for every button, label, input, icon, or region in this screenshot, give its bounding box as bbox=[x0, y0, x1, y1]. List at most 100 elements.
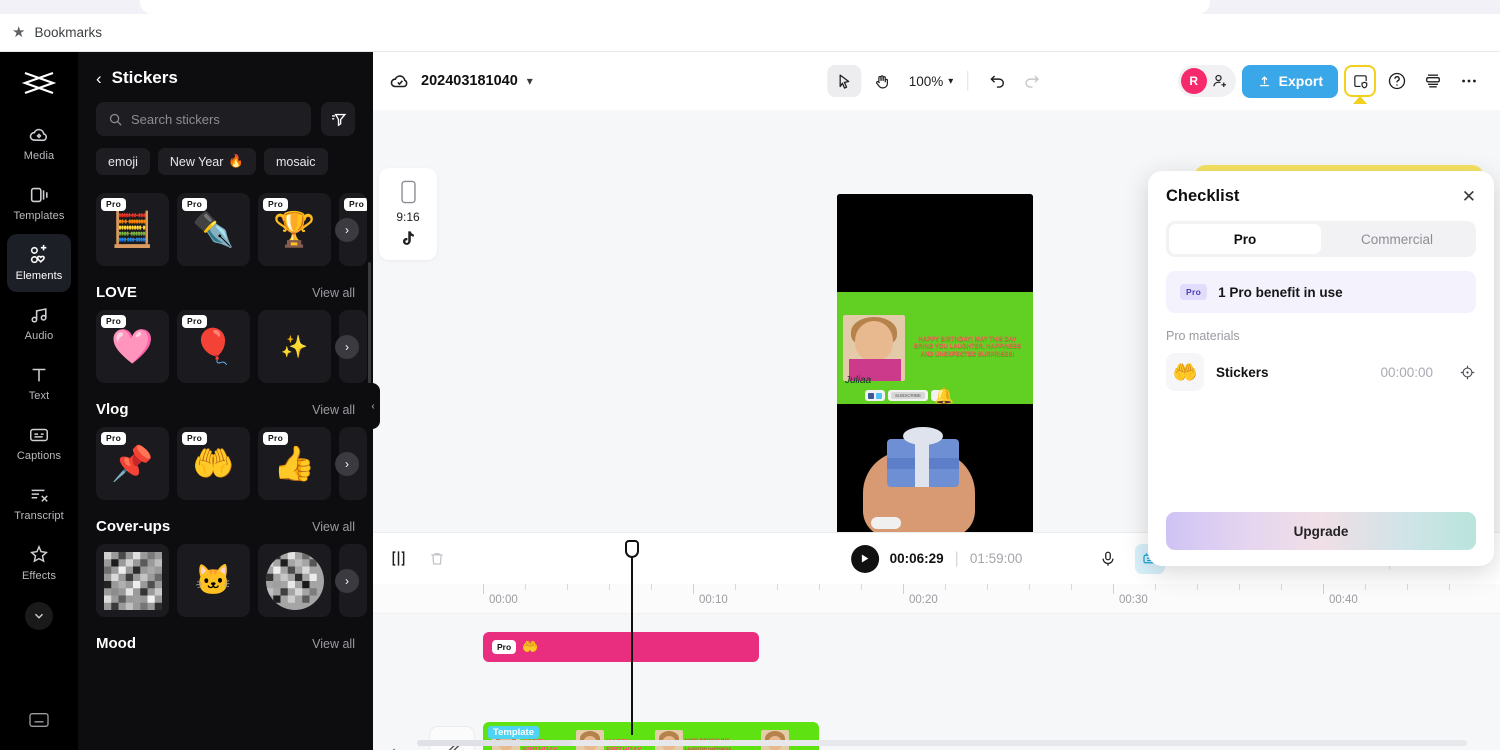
edit-template-button[interactable] bbox=[429, 726, 475, 750]
view-all-link[interactable]: View all bbox=[312, 286, 355, 300]
search-input[interactable]: Search stickers bbox=[96, 102, 311, 136]
collaborators[interactable]: R bbox=[1177, 65, 1236, 97]
sticker-section-love: LOVE View all Pro 🩷 Pro 🎈 ✨ › bbox=[78, 284, 373, 383]
upgrade-button[interactable]: Upgrade bbox=[1166, 512, 1476, 550]
sticker-tile[interactable]: ✨ bbox=[258, 310, 331, 383]
sticker-tile[interactable]: 🐱 bbox=[177, 544, 250, 617]
redo-icon[interactable] bbox=[1016, 66, 1046, 96]
chevron-right-icon[interactable]: › bbox=[335, 451, 359, 476]
pro-material-row[interactable]: 🤲 Stickers 00:00:00 bbox=[1166, 353, 1476, 391]
speaker-icon[interactable] bbox=[385, 745, 403, 750]
material-timestamp: 00:00:00 bbox=[1380, 364, 1433, 380]
zoom-level-selector[interactable]: 100% ▾ bbox=[909, 74, 954, 89]
chip-label: emoji bbox=[108, 154, 138, 169]
face-shape bbox=[855, 321, 893, 361]
browser-tab[interactable] bbox=[140, 0, 1210, 14]
tab-commercial[interactable]: Commercial bbox=[1321, 224, 1473, 254]
close-icon[interactable]: ✕ bbox=[1462, 188, 1476, 205]
ruler-label: 00:00 bbox=[489, 594, 518, 606]
split-icon[interactable] bbox=[389, 549, 408, 568]
checklist-shield-icon[interactable] bbox=[1344, 65, 1376, 97]
timeline-clip-sticker[interactable]: Pro 🤲 bbox=[483, 632, 759, 662]
keyboard-icon[interactable] bbox=[28, 711, 50, 734]
microphone-icon[interactable] bbox=[1093, 544, 1123, 574]
sticker-tile[interactable]: Pro 🤲 bbox=[177, 427, 250, 500]
question-circle-icon[interactable] bbox=[1382, 66, 1412, 96]
sticker-tile[interactable] bbox=[258, 544, 331, 617]
filter-icon[interactable] bbox=[321, 102, 355, 136]
search-placeholder: Search stickers bbox=[131, 111, 220, 127]
subscribe-bar: SUBSCRIBE 🔔 bbox=[865, 388, 954, 405]
bookmarks-label[interactable]: Bookmarks bbox=[34, 25, 102, 40]
ruler-tick bbox=[1239, 584, 1240, 590]
sidebar-item-elements[interactable]: Elements bbox=[7, 234, 71, 292]
sidebar-item-captions[interactable]: Captions bbox=[7, 414, 71, 472]
ruler-tick bbox=[903, 584, 904, 594]
pro-badge: Pro bbox=[182, 432, 208, 445]
rail-expand-button[interactable] bbox=[25, 602, 53, 630]
subscribe-label: SUBSCRIBE bbox=[891, 392, 926, 399]
view-all-link[interactable]: View all bbox=[312, 637, 355, 651]
view-all-link[interactable]: View all bbox=[312, 403, 355, 417]
sticker-tile[interactable]: Pro 🎈 bbox=[177, 310, 250, 383]
chip-mosaic[interactable]: mosaic bbox=[263, 148, 328, 175]
chevron-right-icon[interactable]: › bbox=[335, 568, 359, 593]
view-all-link[interactable]: View all bbox=[312, 520, 355, 534]
mosaic-circle-icon bbox=[265, 551, 324, 610]
timeline-ruler[interactable]: 00:00 00:10 00:20 00:30 00:40 bbox=[373, 584, 1500, 614]
bookmarks-bar: ★ Bookmarks bbox=[0, 14, 1500, 52]
sidebar-item-label: Captions bbox=[16, 450, 62, 462]
ruler-tick bbox=[1113, 584, 1114, 594]
undo-icon[interactable] bbox=[982, 66, 1012, 96]
add-person-icon[interactable] bbox=[1211, 72, 1229, 90]
ruler-tick bbox=[819, 584, 820, 590]
play-button[interactable] bbox=[850, 544, 879, 573]
sticker-tile[interactable]: Pro 🩷 bbox=[96, 310, 169, 383]
playhead-knob[interactable] bbox=[625, 540, 639, 558]
playhead-icon[interactable] bbox=[625, 540, 639, 735]
video-signature: Juliaa bbox=[845, 375, 872, 386]
chevron-right-icon[interactable]: › bbox=[335, 334, 359, 359]
tab-pro[interactable]: Pro bbox=[1169, 224, 1321, 254]
ruler-label: 00:40 bbox=[1329, 594, 1358, 606]
chevron-right-icon[interactable]: › bbox=[335, 217, 359, 242]
upgrade-label: Upgrade bbox=[1293, 523, 1349, 539]
cloud-check-icon[interactable] bbox=[389, 70, 411, 92]
tab-label: Pro bbox=[1233, 231, 1257, 247]
sticker-tile[interactable]: Pro 🏆 bbox=[258, 193, 331, 266]
ruler-tick bbox=[735, 584, 736, 590]
chevron-left-icon[interactable]: ‹ bbox=[96, 70, 102, 87]
sidebar-item-text[interactable]: Text bbox=[7, 354, 71, 412]
cursor-arrow-icon[interactable] bbox=[826, 65, 861, 97]
more-horizontal-icon[interactable] bbox=[1454, 66, 1484, 96]
sidebar-item-media[interactable]: Media bbox=[7, 114, 71, 172]
sidebar-item-transcript[interactable]: Transcript bbox=[7, 474, 71, 532]
chevron-down-icon[interactable]: ▾ bbox=[527, 74, 533, 88]
video-preview[interactable]: HAPPY BIRTHDAY! MAY THIS DAY BRING YOU L… bbox=[837, 194, 1033, 543]
trash-icon[interactable] bbox=[428, 550, 446, 568]
aspect-ratio-card[interactable]: 9:16 bbox=[379, 168, 437, 260]
sticker-tile[interactable]: Pro 📌 bbox=[96, 427, 169, 500]
ruler-tick bbox=[945, 584, 946, 590]
hand-icon[interactable] bbox=[865, 65, 899, 97]
ruler-tick bbox=[777, 584, 778, 590]
sticker-tile[interactable]: Pro ✒️ bbox=[177, 193, 250, 266]
chevron-down-icon bbox=[35, 613, 43, 619]
timeline-horizontal-scrollbar[interactable] bbox=[417, 740, 1467, 746]
sticker-tile-row: Pro 📌 Pro 🤲 Pro 👍 › bbox=[96, 427, 367, 500]
sidebar-item-audio[interactable]: Audio bbox=[7, 294, 71, 352]
checklist-title: Checklist bbox=[1166, 187, 1240, 205]
chip-emoji[interactable]: emoji bbox=[96, 148, 150, 175]
sticker-tile[interactable]: Pro 👍 bbox=[258, 427, 331, 500]
sticker-tile[interactable]: Pro 🧮 bbox=[96, 193, 169, 266]
chip-new-year[interactable]: New Year 🔥 bbox=[157, 148, 256, 175]
capcut-logo-icon[interactable] bbox=[18, 66, 60, 100]
sidebar-item-templates[interactable]: Templates bbox=[7, 174, 71, 232]
sidebar-item-effects[interactable]: Effects bbox=[7, 534, 71, 592]
panel-collapse-handle[interactable]: ‹ bbox=[366, 383, 380, 429]
sticker-tile[interactable] bbox=[96, 544, 169, 617]
project-name[interactable]: 202403181040 bbox=[421, 73, 518, 89]
locate-target-icon[interactable] bbox=[1459, 364, 1476, 381]
export-button[interactable]: Export bbox=[1241, 64, 1338, 98]
layers-icon[interactable] bbox=[1418, 66, 1448, 96]
